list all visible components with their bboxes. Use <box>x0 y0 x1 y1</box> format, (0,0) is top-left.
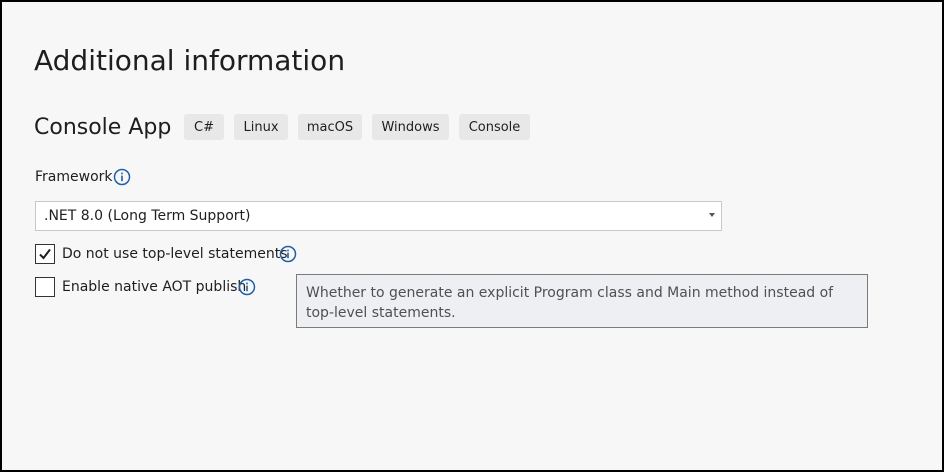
checkmark-icon <box>39 248 51 260</box>
native-aot-info-icon[interactable] <box>238 278 256 296</box>
project-type-name: Console App <box>34 115 172 140</box>
top-level-statements-checkbox[interactable] <box>35 244 55 264</box>
tag-linux: Linux <box>234 114 288 140</box>
framework-selected-value: .NET 8.0 (Long Term Support) <box>44 208 251 224</box>
tag-macos: macOS <box>298 114 362 140</box>
native-aot-label[interactable]: Enable native AOT publish <box>62 279 246 295</box>
page-title: Additional information <box>34 44 346 77</box>
framework-label: Framework <box>35 169 113 185</box>
framework-info-icon[interactable] <box>113 168 131 186</box>
tag-windows: Windows <box>372 114 449 140</box>
tag-csharp: C# <box>184 114 224 140</box>
top-level-statements-label[interactable]: Do not use top-level statements <box>62 246 288 262</box>
native-aot-checkbox[interactable] <box>35 277 55 297</box>
top-level-statements-tooltip: Whether to generate an explicit Program … <box>296 274 868 328</box>
framework-dropdown[interactable]: .NET 8.0 (Long Term Support) <box>35 201 722 231</box>
chevron-down-icon <box>709 213 715 217</box>
tag-console: Console <box>459 114 530 140</box>
additional-information-dialog: Additional information Console App C# Li… <box>0 0 944 472</box>
top-level-statements-info-icon[interactable] <box>279 245 297 263</box>
